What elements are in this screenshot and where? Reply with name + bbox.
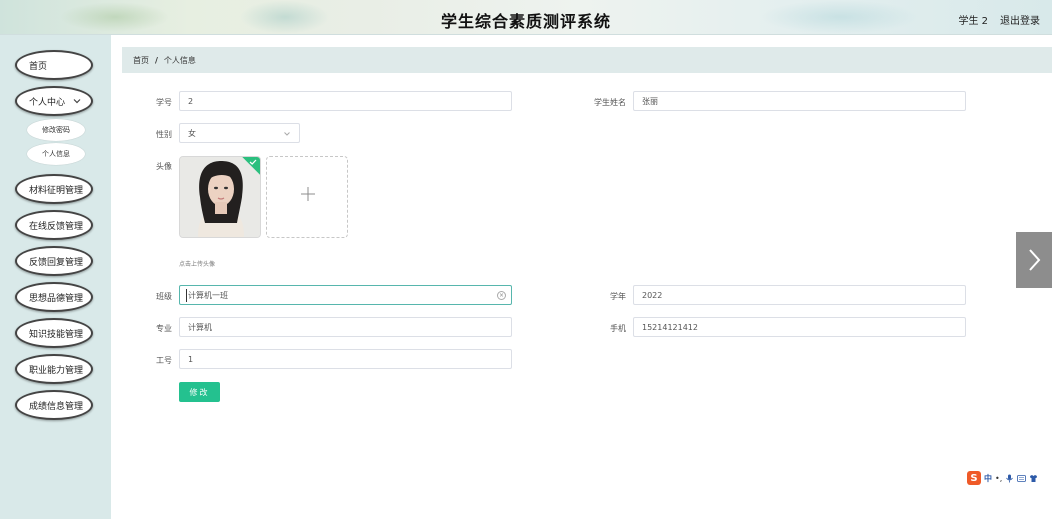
sidebar-subitem-label: 修改密码 xyxy=(42,126,70,134)
sidebar-item-label: 个人中心 xyxy=(29,97,66,108)
sidebar-item-label: 反馈回复管理 xyxy=(29,257,84,268)
ime-logo-icon[interactable]: S xyxy=(967,471,981,485)
sidebar-item-label: 知识技能管理 xyxy=(29,329,84,340)
app-title: 学生综合素质测评系统 xyxy=(440,12,611,31)
chevron-down-icon xyxy=(284,132,290,136)
sidebar-item-label: 思想品德管理 xyxy=(29,293,84,304)
sidebar-item-feedback-reply[interactable]: 反馈回复管理 xyxy=(15,246,93,276)
sidebar-item-ideology-morality[interactable]: 思想品德管理 xyxy=(15,282,93,312)
avatar-preview[interactable] xyxy=(179,156,261,238)
sidebar-item-personal-center[interactable]: 个人中心 xyxy=(15,86,93,116)
plus-icon xyxy=(301,187,315,201)
current-user-label[interactable]: 学生 2 xyxy=(958,12,988,27)
header-bar: 学生综合素质测评系统 学生 2 退出登录 xyxy=(0,0,1052,35)
breadcrumb: 首页 / 个人信息 xyxy=(122,47,1052,73)
year-label: 学年 xyxy=(610,292,626,301)
sidebar-item-career-ability[interactable]: 职业能力管理 xyxy=(15,354,93,384)
sidebar: 首页 个人中心 修改密码 个人信息 材料征明管理 在线反馈管理 反馈回复管理 思… xyxy=(0,35,111,519)
skin-icon[interactable] xyxy=(1029,474,1038,483)
phone-input[interactable]: 15214121412 xyxy=(633,317,966,337)
breadcrumb-separator: / xyxy=(155,55,158,65)
breadcrumb-current: 个人信息 xyxy=(163,55,196,65)
check-icon xyxy=(249,159,257,165)
major-input[interactable]: 计算机 xyxy=(179,317,512,337)
major-label: 专业 xyxy=(156,324,172,333)
student-name-value: 张丽 xyxy=(642,96,658,106)
sidebar-item-label: 成绩信息管理 xyxy=(29,401,84,412)
avatar-upload-button[interactable] xyxy=(266,156,348,238)
microphone-icon[interactable] xyxy=(1005,474,1014,483)
gender-value: 女 xyxy=(188,128,196,138)
sidebar-item-label: 首页 xyxy=(29,61,48,72)
header-user-area: 学生 2 退出登录 xyxy=(958,12,1040,27)
avatar-upload-hint: 点击上传头像 xyxy=(179,261,216,268)
avatar-label: 头像 xyxy=(156,162,172,171)
gender-label: 性别 xyxy=(156,130,172,139)
ime-toolbar: S 中 •, xyxy=(967,470,1052,486)
work-no-input[interactable]: 1 xyxy=(179,349,512,369)
phone-value: 15214121412 xyxy=(642,322,698,332)
logout-link[interactable]: 退出登录 xyxy=(1000,12,1040,27)
sidebar-item-label: 在线反馈管理 xyxy=(29,221,84,232)
year-value: 2022 xyxy=(642,290,663,300)
sidebar-subitem-label: 个人信息 xyxy=(42,150,70,158)
major-value: 计算机 xyxy=(188,322,212,332)
next-page-button[interactable] xyxy=(1016,232,1052,288)
sidebar-item-grade-info[interactable]: 成绩信息管理 xyxy=(15,390,93,420)
class-input[interactable]: 计算机一班 × xyxy=(179,285,512,305)
student-no-label: 学号 xyxy=(156,98,172,107)
student-name-input[interactable]: 张丽 xyxy=(633,91,966,111)
sidebar-item-online-feedback[interactable]: 在线反馈管理 xyxy=(15,210,93,240)
chevron-down-icon xyxy=(73,99,81,104)
sidebar-item-knowledge-skills[interactable]: 知识技能管理 xyxy=(15,318,93,348)
gender-select[interactable]: 女 xyxy=(179,123,300,143)
class-label: 班级 xyxy=(156,292,172,301)
work-no-value: 1 xyxy=(188,354,194,364)
sidebar-item-label: 职业能力管理 xyxy=(29,365,84,376)
student-no-value: 2 xyxy=(188,96,194,106)
avatar-image xyxy=(180,157,260,237)
sidebar-subitem-change-password[interactable]: 修改密码 xyxy=(27,119,85,141)
text-cursor xyxy=(186,289,187,302)
submit-button[interactable]: 修改 xyxy=(179,382,220,402)
work-no-label: 工号 xyxy=(156,356,172,365)
clear-icon[interactable]: × xyxy=(497,291,506,300)
student-name-label: 学生姓名 xyxy=(594,98,626,107)
ime-language-toggle[interactable]: 中 xyxy=(984,473,992,484)
phone-label: 手机 xyxy=(610,324,626,333)
chevron-right-icon xyxy=(1029,249,1041,271)
class-value: 计算机一班 xyxy=(188,290,228,300)
student-no-input[interactable]: 2 xyxy=(179,91,512,111)
sidebar-item-label: 材料征明管理 xyxy=(29,185,84,196)
year-input[interactable]: 2022 xyxy=(633,285,966,305)
ime-punctuation-toggle[interactable]: •, xyxy=(995,474,1002,483)
breadcrumb-home[interactable]: 首页 xyxy=(133,55,149,66)
sidebar-item-material-proof[interactable]: 材料征明管理 xyxy=(15,174,93,204)
sidebar-item-home[interactable]: 首页 xyxy=(15,50,93,80)
keyboard-icon[interactable] xyxy=(1017,474,1027,483)
sidebar-subitem-personal-info[interactable]: 个人信息 xyxy=(27,143,85,165)
